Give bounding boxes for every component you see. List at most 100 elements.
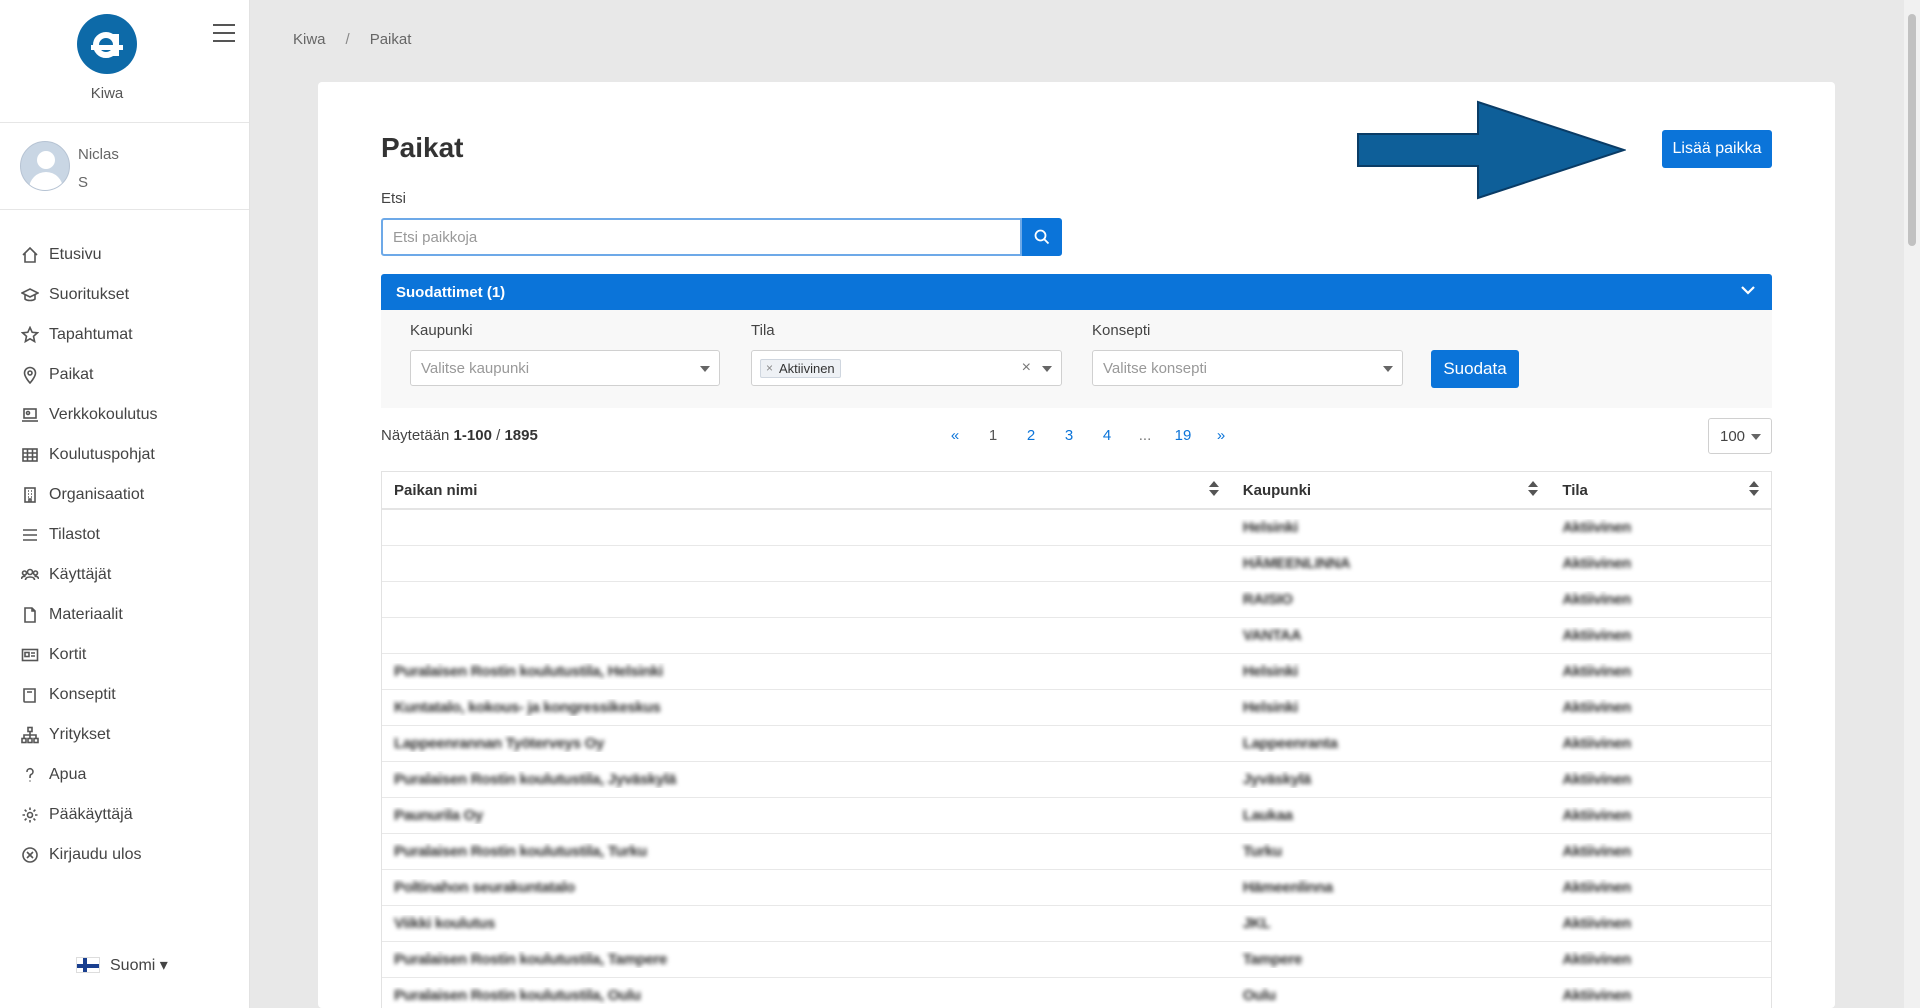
nav-item-yritykset[interactable]: Yritykset <box>0 715 250 755</box>
place-name-cell-text: Kuntatalo, kokous- ja kongressikeskus <box>394 699 661 716</box>
user-panel[interactable]: Niclas S <box>0 123 249 210</box>
city-cell-text: Helsinki <box>1242 699 1298 716</box>
column-header-status[interactable]: Tila <box>1550 471 1771 509</box>
nav-item-kayttajat[interactable]: Käyttäjät <box>0 555 250 595</box>
table-row[interactable]: Viikki koulutus JKL Aktiivinen <box>382 906 1771 942</box>
nav-item-paakayttaja[interactable]: Pääkäyttäjä <box>0 795 250 835</box>
place-name-cell: Viikki koulutus <box>382 915 1231 932</box>
nav-item-suoritukset[interactable]: Suoritukset <box>0 275 250 315</box>
kiwa-logo[interactable] <box>77 14 137 74</box>
pagination: « 1 2 3 4 ... 19 » <box>936 427 1240 444</box>
nav-label: Apua <box>49 766 87 783</box>
table-row[interactable]: Puralaisen Rostin koulutustila, Jyväskyl… <box>382 762 1771 798</box>
search-group <box>381 218 1062 256</box>
status-cell-text: Aktiivinen <box>1562 915 1631 932</box>
breadcrumb: Kiwa / Paikat <box>293 31 411 48</box>
table-row[interactable]: RAISIO Aktiivinen <box>382 582 1771 618</box>
page-link[interactable]: 3 <box>1050 427 1088 444</box>
column-header-name[interactable]: Paikan nimi <box>382 471 1231 509</box>
table-row[interactable]: Kuntatalo, kokous- ja kongressikeskus Hel… <box>382 690 1771 726</box>
status-cell: Aktiivinen <box>1550 771 1771 788</box>
city-select[interactable]: Valitse kaupunki <box>410 350 720 386</box>
user-first-name: Niclas <box>78 146 119 163</box>
table-row[interactable]: Puralaisen Rostin koulutustila, Tampere T… <box>382 942 1771 978</box>
user-last-name: S <box>78 174 89 191</box>
city-cell: VANTAA <box>1231 627 1551 644</box>
place-name-cell-text: Viikki koulutus <box>394 915 496 932</box>
nav-item-tilastot[interactable]: Tilastot <box>0 515 250 555</box>
status-cell-text: Aktiivinen <box>1562 519 1631 536</box>
table-row[interactable]: Puralaisen Rostin koulutustila, Helsinki… <box>382 654 1771 690</box>
table-row[interactable]: Paunurila Oy Laukaa Aktiivinen <box>382 798 1771 834</box>
place-name-cell: Puralaisen Rostin koulutustila, Oulu <box>382 987 1231 1004</box>
brand-name: Kiwa <box>90 85 124 102</box>
add-place-button[interactable]: Lisää paikka <box>1662 130 1772 168</box>
apply-filter-button[interactable]: Suodata <box>1431 350 1519 388</box>
page-last[interactable]: » <box>1202 427 1240 444</box>
scrollbar[interactable] <box>1904 0 1920 1008</box>
city-cell-text: Laukaa <box>1242 807 1293 824</box>
graduation-cap-icon <box>21 288 39 302</box>
table-row[interactable]: Puralaisen Rostin koulutustila, Turku Tur… <box>382 834 1771 870</box>
table-row[interactable]: Poltinahon seurakuntatalo Hämeenlinna Akti… <box>382 870 1771 906</box>
nav-item-organisaatiot[interactable]: Organisaatiot <box>0 475 250 515</box>
page-link[interactable]: 4 <box>1088 427 1126 444</box>
concept-select[interactable]: Valitse konsepti <box>1092 350 1403 386</box>
sort-icon[interactable] <box>1208 481 1219 499</box>
sitemap-icon <box>21 726 39 744</box>
table-row[interactable]: Puralaisen Rostin koulutustila, Oulu Oulu… <box>382 978 1771 1008</box>
sort-icon[interactable] <box>1528 481 1539 499</box>
search-input[interactable] <box>381 218 1023 256</box>
place-name-cell: Puralaisen Rostin koulutustila, Jyväskyl… <box>382 771 1231 788</box>
nav-item-koulutuspohjat[interactable]: Koulutuspohjat <box>0 435 250 475</box>
page-link[interactable]: 1 <box>974 427 1012 444</box>
nav-item-apua[interactable]: Apua <box>0 755 250 795</box>
status-cell-text: Aktiivinen <box>1562 879 1631 896</box>
close-circle-icon <box>22 847 38 863</box>
city-cell: Hämeenlinna <box>1231 879 1551 896</box>
result-summary: Näytetään 1-100 / 1895 <box>381 427 538 444</box>
star-icon <box>21 326 39 344</box>
page-link[interactable]: 2 <box>1012 427 1050 444</box>
remove-tag-icon[interactable]: × <box>766 361 773 375</box>
per-page-select[interactable]: 100 <box>1708 418 1772 454</box>
nav-item-paikat[interactable]: Paikat <box>0 355 250 395</box>
nav-item-verkkokoulutus[interactable]: Verkkokoulutus <box>0 395 250 435</box>
city-cell-text: VANTAA <box>1242 627 1302 644</box>
nav-label: Suoritukset <box>49 286 130 303</box>
nav-label: Kortit <box>49 646 87 663</box>
status-tag[interactable]: × Aktiivinen <box>760 358 841 378</box>
nav-item-kortit[interactable]: Kortit <box>0 635 250 675</box>
file-icon <box>24 607 36 623</box>
scrollbar-thumb[interactable] <box>1908 14 1916 246</box>
status-cell: Aktiivinen <box>1550 735 1771 752</box>
page-link[interactable]: 19 <box>1164 427 1202 444</box>
finland-flag-icon <box>76 957 100 973</box>
table-row[interactable]: VANTAA Aktiivinen <box>382 618 1771 654</box>
table-row[interactable]: HÄMEENLINNA Aktiivinen <box>382 546 1771 582</box>
place-name-cell-text: Paunurila Oy <box>394 807 483 824</box>
language-selector[interactable]: Suomi ▾ <box>76 955 168 975</box>
nav-item-kirjaudu-ulos[interactable]: Kirjaudu ulos <box>0 835 250 875</box>
city-cell-text: Helsinki <box>1242 519 1298 536</box>
sort-icon[interactable] <box>1749 481 1759 499</box>
clear-icon[interactable]: × <box>1022 359 1031 377</box>
table-icon <box>22 448 38 462</box>
column-header-city[interactable]: Kaupunki <box>1231 471 1551 509</box>
status-select[interactable]: × Aktiivinen × <box>751 350 1062 386</box>
nav-item-tapahtumat[interactable]: Tapahtumat <box>0 315 250 355</box>
filters-toggle[interactable]: Suodattimet (1) <box>381 274 1772 310</box>
hamburger-menu-icon[interactable] <box>213 24 235 42</box>
table-row[interactable]: Helsinki Aktiivinen <box>382 510 1771 546</box>
question-icon <box>26 767 34 782</box>
breadcrumb-root[interactable]: Kiwa <box>293 31 326 48</box>
table-row[interactable]: Lappeenrannan Työterveys Oy Lappeenranta A… <box>382 726 1771 762</box>
column-title: Tila <box>1562 481 1588 499</box>
nav-item-etusivu[interactable]: Etusivu <box>0 235 250 275</box>
page-first[interactable]: « <box>936 427 974 444</box>
nav-item-materiaalit[interactable]: Materiaalit <box>0 595 250 635</box>
status-cell: Aktiivinen <box>1550 627 1771 644</box>
nav-item-konseptit[interactable]: Konseptit <box>0 675 250 715</box>
search-button[interactable] <box>1022 218 1062 256</box>
nav-label: Yritykset <box>49 726 111 743</box>
